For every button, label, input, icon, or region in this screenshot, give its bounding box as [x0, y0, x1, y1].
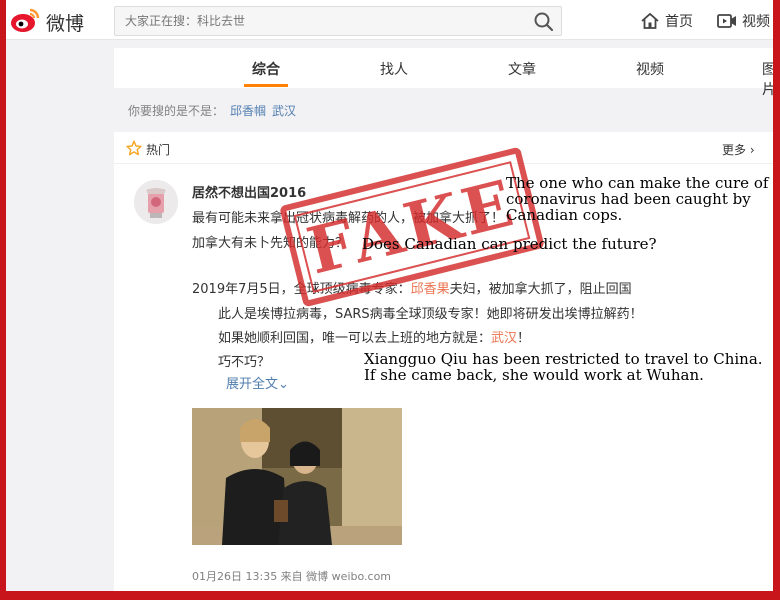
post-link-wuhan[interactable]: 武汉 [491, 331, 517, 346]
expand-label: 展开全文 [226, 377, 279, 392]
did-you-mean-label: 你要搜的是不是： [128, 104, 225, 118]
tab-people[interactable]: 找人 [380, 59, 408, 79]
avatar[interactable] [134, 180, 178, 224]
annotation-note-2: Does Canadian can predict the future? [362, 235, 657, 253]
suggest-keyword-1[interactable]: 邱香帼 [230, 104, 266, 118]
annotation-note-1-line-1: The one who can make the cure of [506, 174, 769, 192]
post-meta: 01月26日 13:35 来自 微博 weibo.com [192, 570, 392, 583]
post-photo[interactable] [192, 408, 402, 545]
annotation-note-3-line-2: If she came back, she would work at Wuha… [364, 366, 704, 384]
star-icon [126, 140, 142, 156]
expand-full-text-link[interactable]: 展开全文⌄ [226, 373, 289, 392]
annotation-note-1-line-3: Canadian cops. [506, 206, 623, 224]
did-you-mean: 你要搜的是不是： 邱香帼 武汉 [114, 96, 773, 124]
post-mention-name[interactable]: 邱香果 [411, 282, 450, 297]
result-tabs: 综合 找人 文章 视频 图片 [114, 48, 773, 98]
annotation-note-1-line-2: coronavirus had been caught by [506, 190, 751, 208]
home-icon [641, 12, 659, 29]
hot-header: 热门 更多 › [114, 132, 773, 164]
search-results: 综合 找人 文章 视频 图片 你要搜的是不是： 邱香帼 武汉 热门 更多 › 居… [114, 40, 773, 591]
search-box [114, 6, 562, 36]
suggest-keyword-2[interactable]: 武汉 [272, 104, 296, 118]
more-link[interactable]: 更多 › [722, 141, 755, 158]
chevron-down-icon: ⌄ [278, 377, 289, 392]
post-line-6: 巧不巧？ [218, 355, 271, 370]
post-line-3: 2019年7月5日，全球顶级病毒专家：邱香果夫妇，被加拿大抓了，阻止回国 [192, 278, 632, 297]
tab-articles[interactable]: 文章 [508, 59, 536, 79]
nav-video-link[interactable]: 视频 [717, 11, 770, 31]
avatar-image [134, 180, 178, 224]
weibo-window: 微博 首页 视频 综合 [6, 0, 773, 591]
active-tab-indicator [244, 84, 288, 87]
top-bar: 微博 首页 视频 [6, 0, 773, 40]
post-line-3-b: 夫妇，被加拿大抓了，阻止回国 [449, 282, 632, 297]
photo-image [192, 408, 402, 545]
logo-text: 微博 [46, 13, 85, 35]
search-input[interactable] [115, 7, 525, 35]
chevron-right-icon: › [749, 143, 755, 157]
search-icon[interactable] [533, 11, 555, 33]
nav-home-link[interactable]: 首页 [640, 11, 693, 31]
annotation-note-1: The one who can make the cure of coronav… [506, 175, 768, 223]
hot-title: 热门 [146, 143, 171, 157]
post-line-5-a: 如果她顺利回国，唯一可以去上班的地方就是： [218, 331, 492, 346]
annotation-note-3-line-1: Xiangguo Qiu has been restricted to trav… [364, 350, 763, 368]
post-line-5-b: ！ [517, 331, 531, 346]
annotation-note-3: Xiangguo Qiu has been restricted to trav… [364, 351, 763, 383]
nav-home-label: 首页 [665, 14, 693, 30]
nav-video-label: 视频 [742, 14, 770, 30]
weibo-eye-icon [11, 8, 40, 32]
weibo-logo[interactable]: 微博 [10, 6, 118, 35]
tab-images[interactable]: 图片 [762, 59, 773, 99]
video-icon [717, 14, 736, 28]
tab-comprehensive[interactable]: 综合 [252, 59, 280, 79]
more-label: 更多 [722, 143, 747, 157]
post-line-4: 此人是埃博拉病毒，SARS病毒全球顶级专家！她即将研发出埃博拉解药！ [218, 307, 643, 322]
post-username[interactable]: 居然不想出国2016 [192, 182, 306, 201]
post-line-5: 如果她顺利回国，唯一可以去上班的地方就是：武汉！ [218, 327, 530, 346]
tab-videos[interactable]: 视频 [636, 59, 664, 79]
